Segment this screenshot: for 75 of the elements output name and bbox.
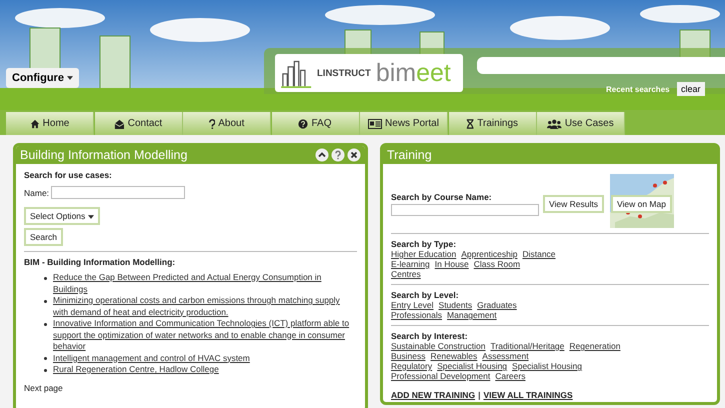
section-heading: BIM - Building Information Modelling: (24, 257, 176, 267)
users-icon (547, 118, 562, 128)
caret-icon (88, 214, 94, 219)
newspaper-icon (368, 118, 382, 128)
filter-link[interactable]: Careers (495, 371, 526, 381)
filter-link[interactable]: Class Room (474, 259, 520, 269)
section-heading: Search by Course Name: (391, 192, 493, 202)
search-field[interactable] (477, 57, 725, 74)
nav-tab[interactable]: Contact (94, 112, 182, 135)
filter-link[interactable]: Distance (522, 249, 556, 259)
filter-link[interactable]: Graduates (477, 300, 517, 310)
filter-link[interactable]: E-learning (391, 259, 430, 269)
footer-link[interactable]: ADD NEW TRAINING (391, 390, 476, 400)
filter-link[interactable]: Professional Development (391, 371, 490, 381)
filter-link[interactable]: Apprenticeship (461, 249, 518, 259)
nav-tab[interactable]: News Portal (360, 112, 448, 135)
filter-link[interactable]: Traditional/Heritage (490, 341, 564, 351)
select-options-dropdown[interactable]: Select Options (24, 207, 100, 225)
help-icon[interactable] (331, 148, 345, 162)
filter-link[interactable]: Entry Level (391, 300, 434, 310)
home-icon (30, 118, 40, 128)
filter-link[interactable]: In House (434, 259, 469, 269)
nav-tab[interactable]: Trainings (448, 112, 536, 135)
section-heading: Search by Level: (391, 290, 459, 300)
clear-button[interactable]: clear (677, 82, 705, 96)
nav-tab[interactable]: Use Cases (537, 112, 625, 135)
course-name-field[interactable] (391, 204, 539, 216)
separator: | (478, 390, 480, 400)
collapse-icon[interactable] (315, 148, 329, 162)
panel-title: Building Information Modelling (20, 148, 188, 162)
bullet-icon (44, 357, 47, 360)
view-results-button[interactable]: View Results (543, 195, 604, 213)
use-case-link[interactable]: Minimizing operational costs and carbon emissions through matching supply with demand of heat and electricity production. (53, 295, 357, 318)
caret-icon (67, 76, 73, 80)
bullet-icon (44, 276, 47, 280)
filter-link[interactable]: Assessment (482, 351, 529, 361)
section-heading: Search by Type: (391, 239, 456, 249)
configure-button[interactable]: Configure (6, 68, 79, 88)
nav-tab[interactable]: About (183, 112, 271, 135)
question-mark-icon (208, 118, 216, 128)
bullet-icon (44, 368, 47, 372)
section-heading: Search by Interest: (391, 331, 468, 341)
filter-link[interactable]: Management (447, 310, 497, 320)
bullet-icon (44, 322, 47, 326)
search-button[interactable]: Search (24, 228, 63, 246)
use-case-link[interactable]: Reduce the Gap Between Predicted and Actual Energy Consumption in Buildings (53, 272, 357, 295)
filter-link[interactable]: Business (391, 351, 426, 361)
filter-link[interactable]: Regeneration (569, 341, 620, 351)
filter-link[interactable]: Specialist Housing (437, 361, 508, 371)
filter-link[interactable]: Centres (391, 269, 421, 279)
bullet-icon (44, 300, 47, 302)
filter-link[interactable]: Renewables (430, 351, 478, 361)
recent-searches-label: Recent searches (606, 85, 670, 94)
filter-link[interactable]: Sustainable Construction (391, 341, 486, 351)
next-page-link[interactable]: Next page (24, 382, 63, 392)
use-case-link[interactable]: Intelligent management and control of HVAC system (53, 352, 250, 364)
section-heading: Search for use cases: (24, 170, 112, 180)
filter-link[interactable]: Students (438, 300, 472, 310)
use-case-link[interactable]: Innovative Information and Communication Technologies (ICT) platform able to support the optimization of water networks and to enable change in consumer behavior (53, 318, 357, 352)
help-icon (298, 118, 308, 128)
filter-link[interactable]: Professionals (391, 310, 442, 320)
field-label: Name: (24, 188, 50, 198)
filter-link[interactable]: Specialist Housing (512, 361, 582, 371)
view-on-map-button[interactable]: View on Map (610, 195, 672, 213)
nav-tab[interactable]: FAQ (272, 112, 360, 135)
envelope-icon (114, 118, 125, 128)
filter-link[interactable]: Regulatory (391, 361, 432, 371)
name-field[interactable] (51, 186, 186, 199)
close-icon[interactable] (347, 148, 361, 162)
footer-link[interactable]: VIEW ALL TRAININGS (483, 390, 573, 400)
use-case-link[interactable]: Rural Regeneration Centre, Hadlow College (53, 364, 219, 376)
panel-title: Training (387, 148, 432, 162)
filter-link[interactable]: Higher Education (391, 249, 456, 259)
hourglass-icon (466, 118, 474, 128)
nav-tab[interactable]: Home (6, 112, 94, 135)
